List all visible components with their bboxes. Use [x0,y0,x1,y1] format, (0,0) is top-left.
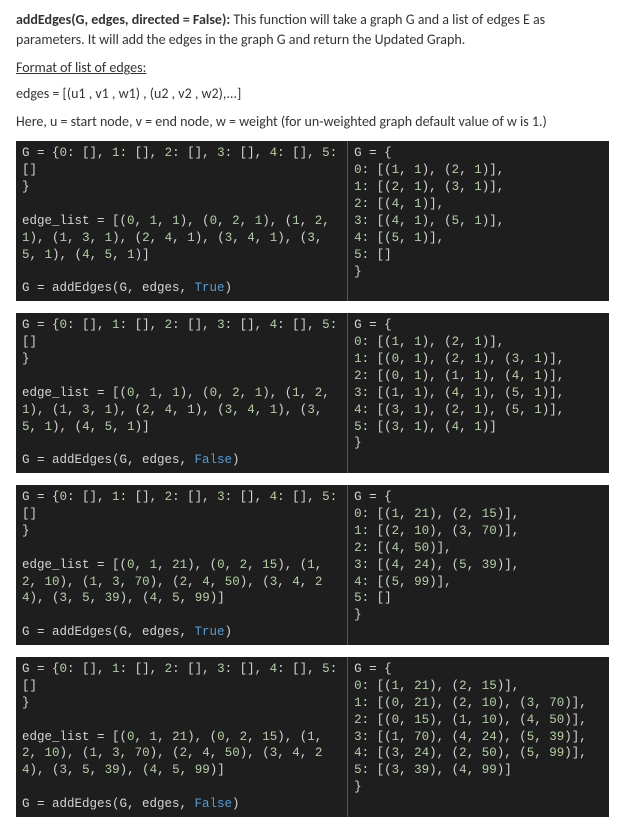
code-example-output: G = { 0: [(1, 21), (2, 15)], 1: [(0, 21)… [348,657,609,817]
code-example-input: G = {0: [], 1: [], 2: [], 3: [], 4: [], … [16,485,348,645]
code-example-4: G = {0: [], 1: [], 2: [], 3: [], 4: [], … [16,657,609,817]
code-example-output: G = { 0: [(1, 21), (2, 15)], 1: [(2, 10)… [348,485,609,645]
code-example-input: G = {0: [], 1: [], 2: [], 3: [], 4: [], … [16,313,348,473]
function-signature: addEdges(G, edges, directed = False): [16,11,230,28]
code-example-input: G = {0: [], 1: [], 2: [], 3: [], 4: [], … [16,657,348,817]
explain-line: Here, u = start node, v = end node, w = … [16,112,609,132]
function-description: addEdges(G, edges, directed = False): Th… [16,10,609,49]
code-example-3: G = {0: [], 1: [], 2: [], 3: [], 4: [], … [16,485,609,645]
code-example-input: G = {0: [], 1: [], 2: [], 3: [], 4: [], … [16,141,348,301]
format-line: edges = [(u1 , v1 , w1) , (u2 , v2 , w2)… [16,84,609,104]
code-example-2: G = {0: [], 1: [], 2: [], 3: [], 4: [], … [16,313,609,473]
format-heading: Format of list of edges: [16,59,609,76]
code-example-output: G = { 0: [(1, 1), (2, 1)], 1: [(2, 1), (… [348,141,609,301]
code-example-output: G = { 0: [(1, 1), (2, 1)], 1: [(0, 1), (… [348,313,609,473]
code-example-1: G = {0: [], 1: [], 2: [], 3: [], 4: [], … [16,141,609,301]
